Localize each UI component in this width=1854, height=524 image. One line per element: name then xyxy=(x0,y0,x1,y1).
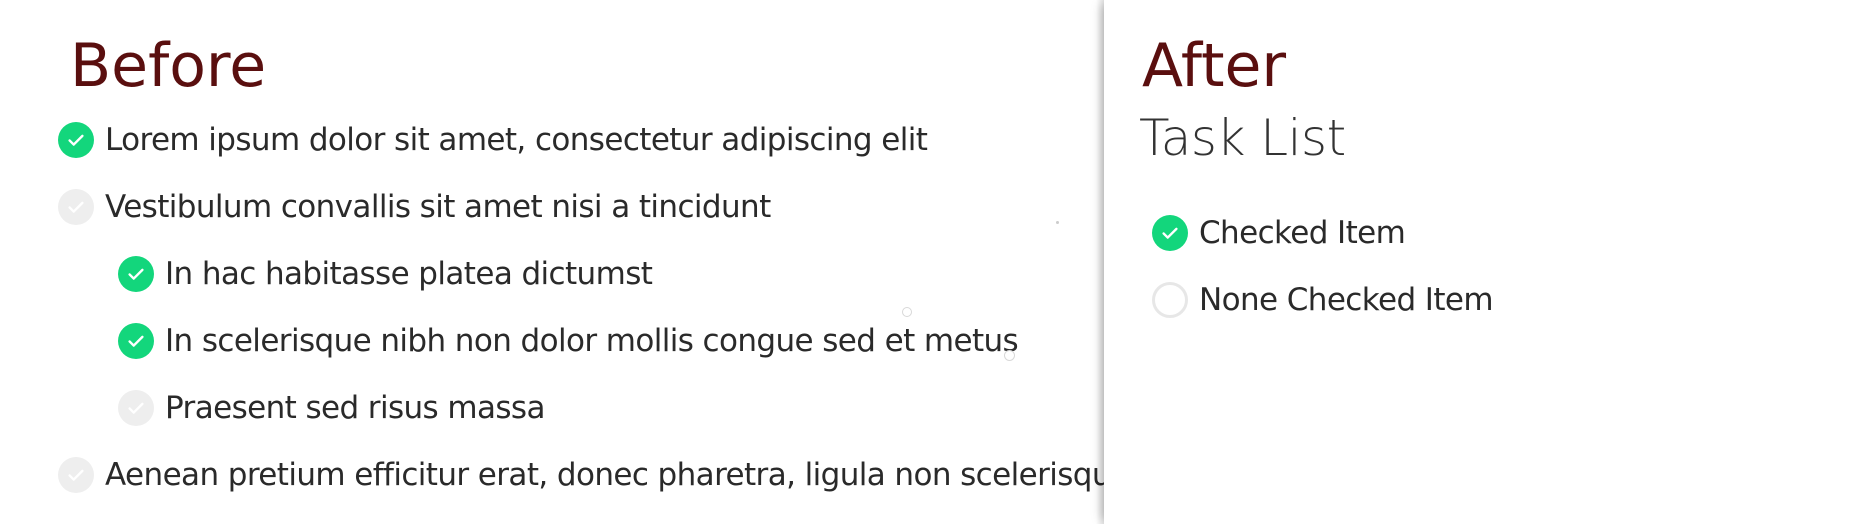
task-label: Aenean pretium efficitur erat, donec pha… xyxy=(105,457,1130,493)
check-circle-icon[interactable] xyxy=(118,256,154,292)
before-panel: Before Lorem ipsum dolor sit amet, conse… xyxy=(0,0,1130,524)
task-item[interactable]: Praesent sed risus massa xyxy=(118,388,545,428)
before-heading: Before xyxy=(70,31,267,101)
decorative-dot xyxy=(1004,350,1015,361)
empty-circle-icon[interactable] xyxy=(1152,282,1188,318)
after-heading: After xyxy=(1142,31,1287,101)
unchecked-circle-icon[interactable] xyxy=(118,390,154,426)
check-circle-icon[interactable] xyxy=(118,323,154,359)
check-circle-icon[interactable] xyxy=(58,122,94,158)
task-label: Praesent sed risus massa xyxy=(165,390,545,426)
task-item[interactable]: In scelerisque nibh non dolor mollis con… xyxy=(118,321,1019,361)
task-label: In scelerisque nibh non dolor mollis con… xyxy=(165,323,1019,359)
task-list-title: Task List xyxy=(1139,109,1346,167)
check-circle-icon[interactable] xyxy=(1152,215,1188,251)
task-label: In hac habitasse platea dictumst xyxy=(165,256,653,292)
task-item[interactable]: Checked Item xyxy=(1152,213,1406,253)
task-label: Lorem ipsum dolor sit amet, consectetur … xyxy=(105,122,928,158)
unchecked-circle-icon[interactable] xyxy=(58,457,94,493)
task-label: Checked Item xyxy=(1199,215,1406,251)
panel-divider xyxy=(1096,0,1104,524)
decorative-dot xyxy=(902,307,912,317)
task-item[interactable]: Vestibulum convallis sit amet nisi a tin… xyxy=(58,187,771,227)
task-item[interactable]: Lorem ipsum dolor sit amet, consectetur … xyxy=(58,120,928,160)
task-item[interactable]: Aenean pretium efficitur erat, donec pha… xyxy=(58,455,1130,495)
task-item[interactable]: In hac habitasse platea dictumst xyxy=(118,254,653,294)
task-label: Vestibulum convallis sit amet nisi a tin… xyxy=(105,189,771,225)
decorative-dot xyxy=(1056,221,1059,224)
task-label: None Checked Item xyxy=(1199,282,1494,318)
after-panel: After Task List Checked Item None Checke… xyxy=(1104,0,1854,524)
task-item[interactable]: None Checked Item xyxy=(1152,280,1494,320)
unchecked-circle-icon[interactable] xyxy=(58,189,94,225)
